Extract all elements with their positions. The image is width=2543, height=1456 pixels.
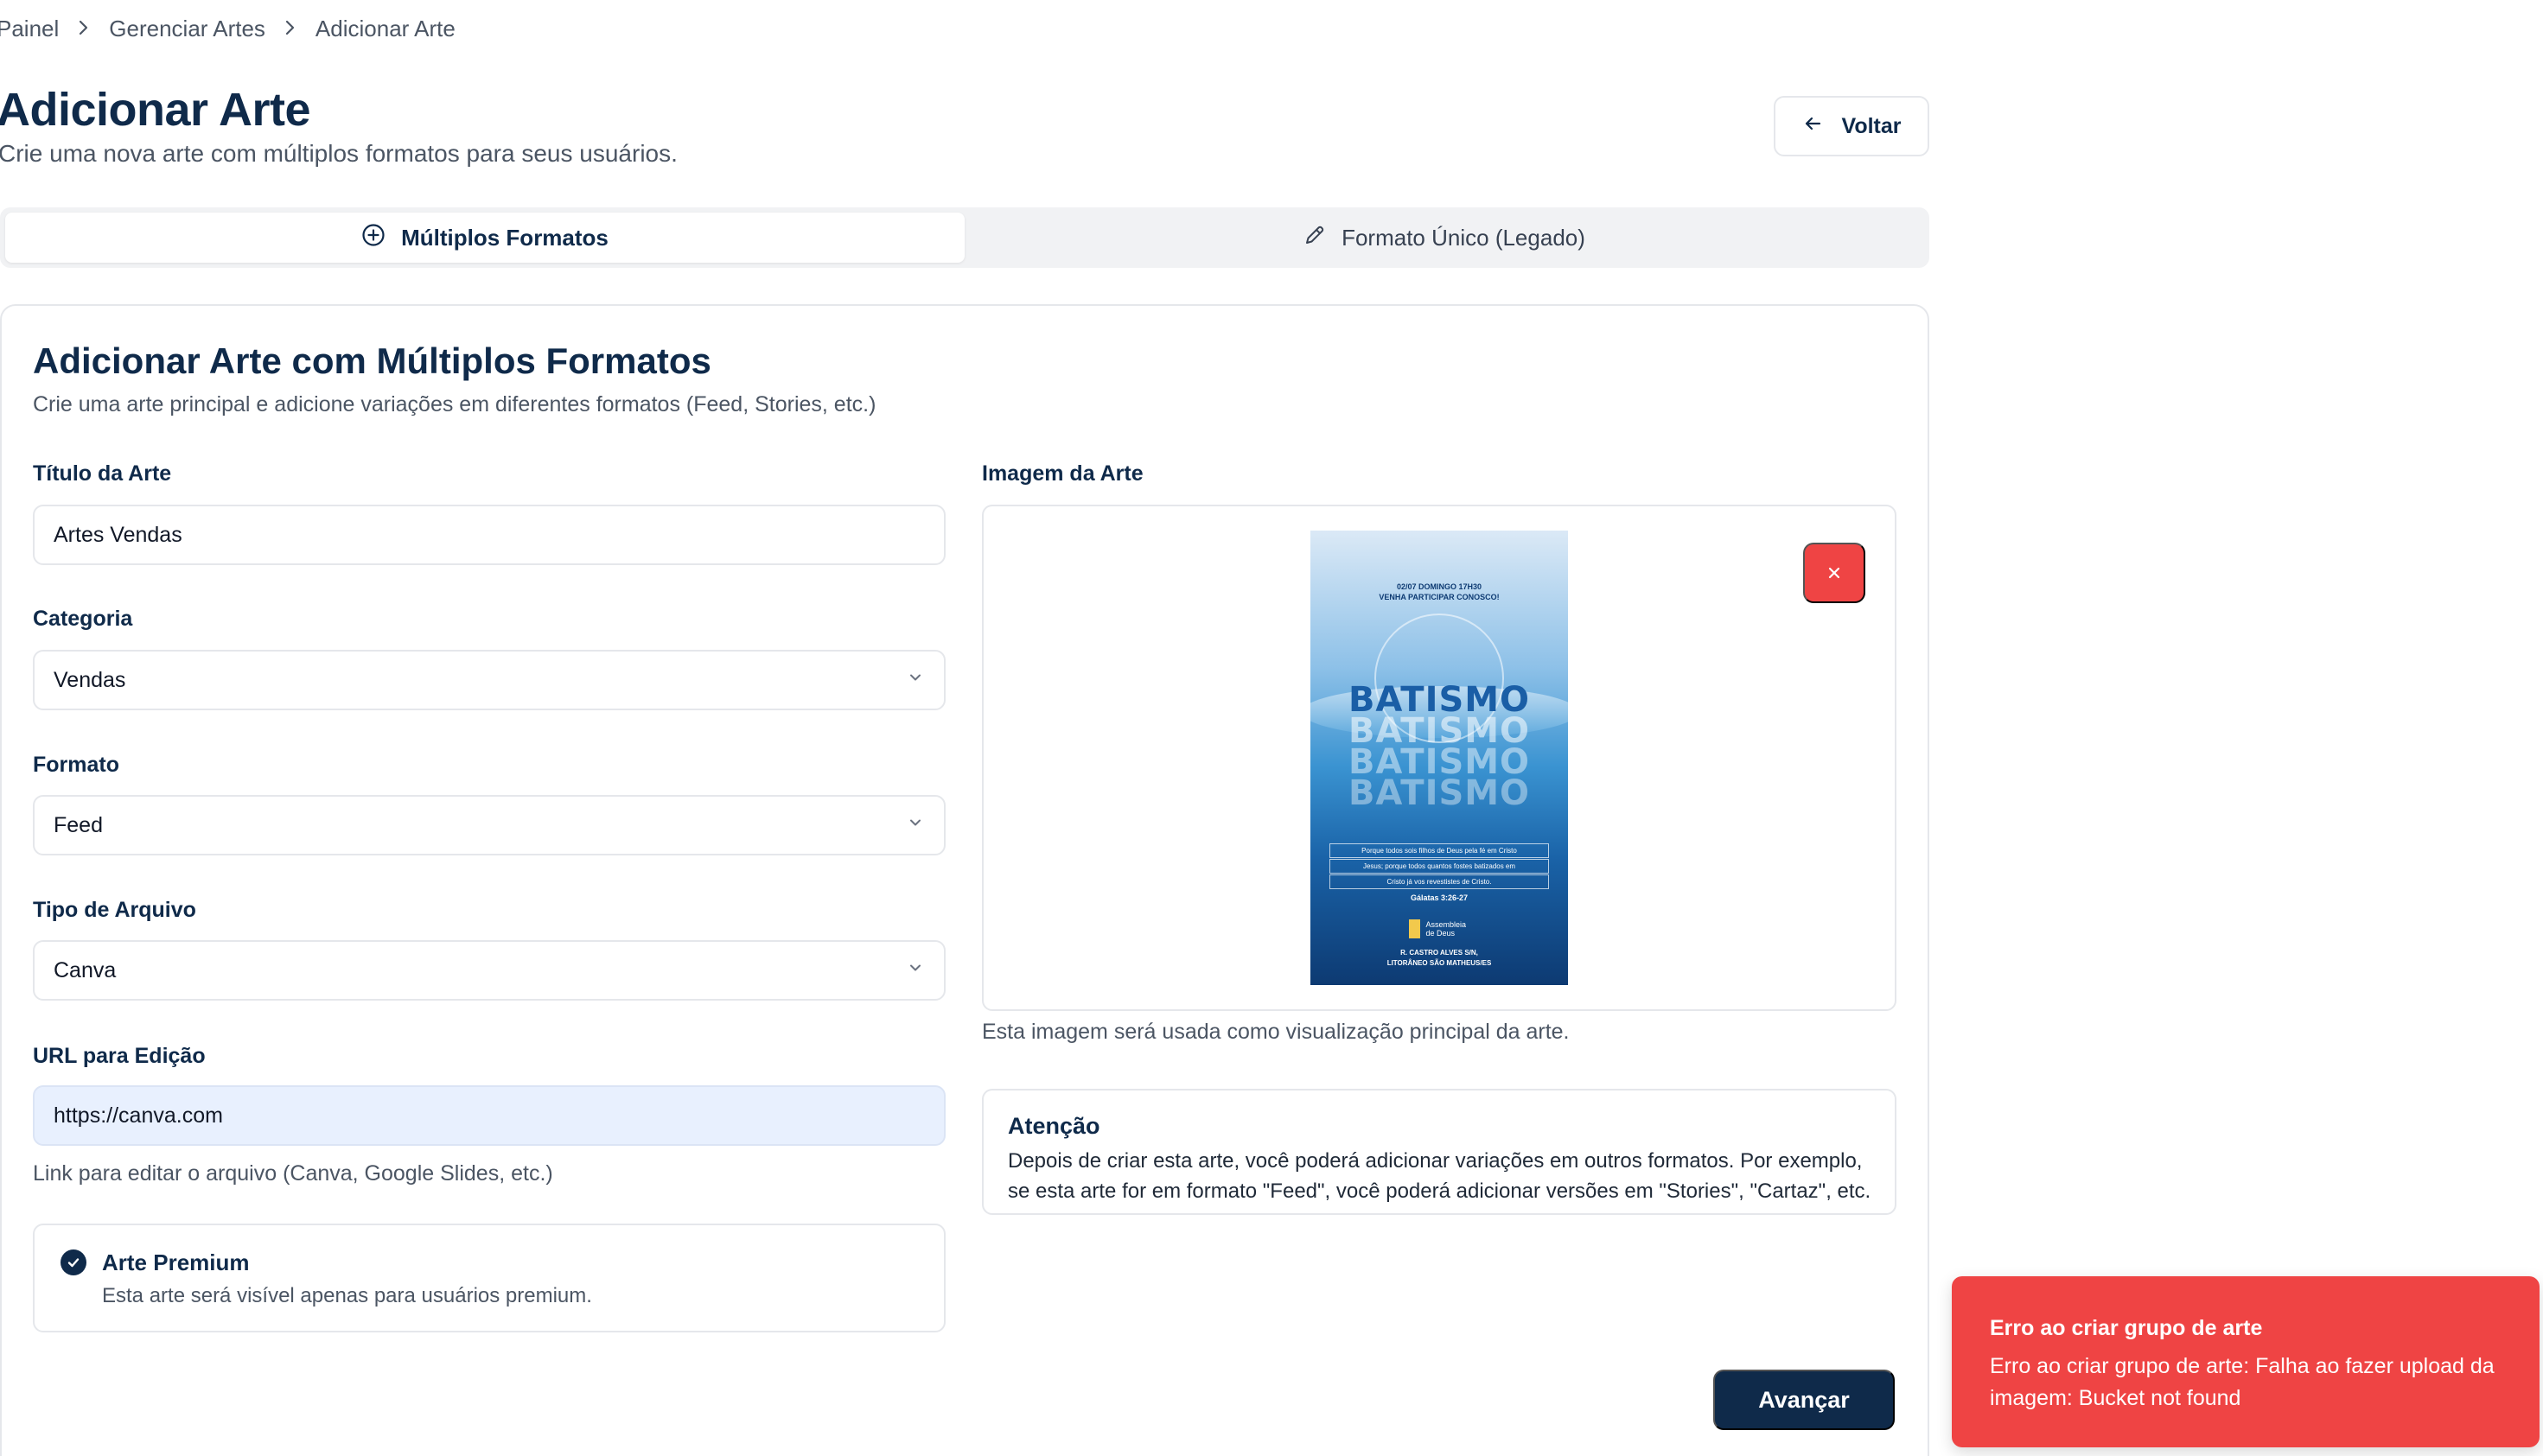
tipo-arquivo-label: Tipo de Arquivo (33, 898, 196, 922)
imagem-label: Imagem da Arte (982, 461, 1144, 486)
form-card: Adicionar Arte com Múltiplos Formatos Cr… (0, 304, 1929, 1456)
url-label: URL para Edição (33, 1044, 206, 1068)
attention-text: Depois de criar esta arte, você poderá a… (1008, 1149, 1871, 1203)
poster-verse-2: Jesus; porque todos quantos fostes batiz… (1329, 859, 1549, 874)
poster-logo: Assembleia de Deus (1409, 918, 1469, 940)
formato-select[interactable]: Feed (33, 795, 946, 855)
breadcrumb: Painel Gerenciar Artes Adicionar Arte (0, 16, 456, 42)
arrow-left-icon (1802, 113, 1823, 140)
titulo-label: Título da Arte (33, 461, 172, 486)
image-upload-area[interactable]: 02/07 DOMINGO 17H30 VENHA PARTICIPAR CON… (982, 505, 1896, 1011)
titulo-input[interactable]: Artes Vendas (33, 505, 946, 565)
poster-word-4: BATISMO (1348, 773, 1531, 813)
poster-footer-1: R. CASTRO ALVES S/N, (1400, 949, 1478, 957)
pencil-icon (1303, 224, 1326, 252)
form-title: Adicionar Arte com Múltiplos Formatos (33, 340, 711, 381)
church-logo-icon (1409, 919, 1421, 938)
categoria-select[interactable]: Vendas (33, 650, 946, 710)
premium-description: Esta arte será visível apenas para usuár… (102, 1284, 592, 1307)
premium-title: Arte Premium (102, 1249, 250, 1275)
tab-formato-unico[interactable]: Formato Único (Legado) (965, 213, 1924, 263)
close-icon (1828, 567, 1840, 579)
error-toast[interactable]: Erro ao criar grupo de arte Erro ao cria… (1952, 1276, 2540, 1447)
categoria-value: Vendas (54, 667, 126, 692)
premium-option[interactable]: Arte Premium Esta arte será visível apen… (33, 1224, 946, 1332)
tipo-arquivo-select[interactable]: Canva (33, 940, 946, 1001)
toast-title: Erro ao criar grupo de arte (1990, 1316, 2263, 1340)
poster-footer-2: LITORÂNEO SÃO MATHEUS/ES (1386, 959, 1492, 967)
check-icon (67, 1258, 80, 1268)
poster-reference: Gálatas 3:26-27 (1410, 893, 1469, 902)
chevron-down-icon (906, 668, 925, 693)
tab-label: Formato Único (Legado) (1342, 224, 1585, 251)
premium-checkbox[interactable] (61, 1249, 86, 1275)
imagem-hint: Esta imagem será usada como visualização… (982, 1020, 1570, 1044)
page-subtitle: Crie uma nova arte com múltiplos formato… (0, 140, 678, 167)
url-input[interactable]: https://canva.com (33, 1085, 946, 1146)
poster-verse-3: Cristo já vos revestistes de Cristo. (1329, 874, 1549, 889)
back-button[interactable]: Voltar (1774, 96, 1929, 156)
poster-line1: 02/07 DOMINGO 17H30 (1396, 582, 1482, 591)
page-title: Adicionar Arte (0, 84, 311, 136)
url-hint: Link para editar o arquivo (Canva, Googl… (33, 1161, 553, 1186)
poster-line2: VENHA PARTICIPAR CONOSCO! (1379, 593, 1500, 601)
chevron-right-icon (78, 16, 90, 42)
next-button[interactable]: Avançar (1713, 1370, 1895, 1430)
plus-circle-icon (361, 223, 386, 253)
formato-value: Feed (54, 812, 103, 837)
poster-logo-text: Assembleia de Deus (1425, 920, 1466, 938)
art-preview-image: 02/07 DOMINGO 17H30 VENHA PARTICIPAR CON… (1310, 531, 1568, 985)
poster-verse-1: Porque todos sois filhos de Deus pela fé… (1329, 843, 1549, 858)
tab-label: Múltiplos Formatos (401, 224, 609, 251)
breadcrumb-item-gerenciar-artes[interactable]: Gerenciar Artes (109, 16, 265, 42)
back-button-label: Voltar (1841, 113, 1902, 138)
remove-image-button[interactable] (1803, 543, 1865, 603)
breadcrumb-item-adicionar-arte: Adicionar Arte (315, 16, 456, 41)
tab-bar: Múltiplos Formatos Formato Único (Legado… (0, 207, 1929, 268)
categoria-label: Categoria (33, 607, 133, 631)
tipo-arquivo-value: Canva (54, 957, 117, 982)
attention-title: Atenção (1008, 1113, 1100, 1139)
formato-label: Formato (33, 753, 119, 777)
breadcrumb-item-painel[interactable]: Painel (0, 16, 59, 42)
url-value: https://canva.com (54, 1103, 223, 1128)
titulo-value: Artes Vendas (54, 522, 182, 547)
toast-message: Erro ao criar grupo de arte: Falha ao fa… (1990, 1354, 2495, 1410)
chevron-down-icon (906, 958, 925, 983)
form-description: Crie uma arte principal e adicione varia… (33, 392, 876, 416)
chevron-right-icon (284, 16, 296, 42)
attention-box: Atenção Depois de criar esta arte, você … (982, 1089, 1896, 1215)
chevron-down-icon (906, 813, 925, 838)
tab-multiplos-formatos[interactable]: Múltiplos Formatos (5, 213, 965, 263)
